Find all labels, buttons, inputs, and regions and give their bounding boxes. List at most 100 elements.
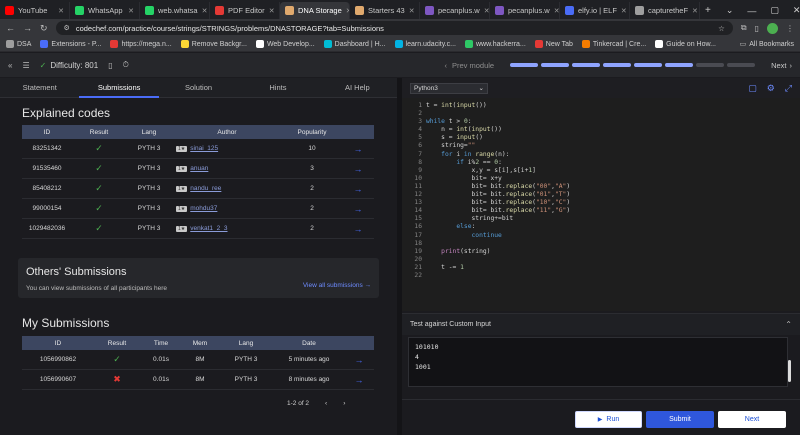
- next-button[interactable]: Next: [718, 411, 786, 428]
- code-content[interactable]: t = int(input()) while t > 0: n = int(in…: [426, 102, 570, 280]
- browser-tab[interactable]: Starters 43 ✕: [350, 2, 420, 19]
- browser-tab[interactable]: web.whatsa ✕: [140, 2, 210, 19]
- tab-hints[interactable]: Hints: [238, 78, 317, 98]
- arrow-right-icon[interactable]: →: [354, 184, 363, 194]
- browser-tab[interactable]: DNA Storage✕: [280, 2, 350, 19]
- reload-icon[interactable]: ↻: [40, 23, 48, 34]
- line-number: 20: [414, 255, 422, 263]
- close-tab-icon[interactable]: ✕: [621, 7, 627, 15]
- run-button[interactable]: ▶ Run: [575, 411, 642, 428]
- forward-icon[interactable]: →: [23, 23, 32, 33]
- maximize-icon[interactable]: ▢: [770, 5, 779, 16]
- prev-page-icon[interactable]: ‹: [325, 400, 327, 407]
- bookmark-item[interactable]: New Tab: [534, 40, 573, 48]
- custom-input-header[interactable]: Test against Custom Input ⌃: [402, 313, 800, 335]
- bookmark-item[interactable]: Tinkercad | Cre...: [581, 40, 646, 48]
- chat-icon[interactable]: ▢: [748, 83, 757, 94]
- author-link[interactable]: anuan: [190, 165, 208, 172]
- site-info-icon[interactable]: ⚙: [64, 24, 70, 32]
- extensions-icon[interactable]: ⧉: [741, 23, 747, 33]
- bookmark-item[interactable]: Guide on How...: [655, 40, 716, 48]
- browser-tab[interactable]: PDF Editor ✕: [210, 2, 280, 19]
- arrow-right-icon[interactable]: →: [354, 164, 363, 174]
- back-icon[interactable]: ←: [6, 23, 15, 33]
- bookmark-item[interactable]: Remove Backgr...: [180, 40, 247, 48]
- bookmark-item[interactable]: www.hackerra...: [464, 40, 526, 48]
- bookmark-item[interactable]: learn.udacity.c...: [394, 40, 456, 48]
- bookmark-item[interactable]: DSA: [6, 40, 31, 48]
- tab-submissions[interactable]: Submissions: [79, 78, 159, 98]
- scrollbar[interactable]: [788, 360, 791, 382]
- close-tab-icon[interactable]: ✕: [484, 7, 489, 15]
- next-page-icon[interactable]: ›: [343, 400, 345, 407]
- line-number: 8: [418, 158, 422, 166]
- menu-list-icon[interactable]: ☰: [22, 61, 29, 70]
- bookmark-item[interactable]: Dashboard | H...: [323, 40, 386, 48]
- language-select[interactable]: Python3 ⌄: [410, 82, 488, 94]
- close-tab-icon[interactable]: ✕: [128, 7, 134, 15]
- next-module-button[interactable]: Next ›: [771, 61, 792, 70]
- sidebar-icon[interactable]: ▯: [755, 24, 759, 33]
- tab-favicon-icon: [565, 6, 574, 15]
- new-tab-icon[interactable]: +: [700, 2, 716, 19]
- author-link[interactable]: nandu_ree: [190, 185, 221, 192]
- browser-tab[interactable]: capturetheF ✕: [630, 2, 700, 19]
- column-header: Author: [217, 128, 237, 136]
- tab-favicon-icon: [75, 6, 84, 15]
- arrow-right-icon[interactable]: →: [354, 144, 363, 154]
- url-bar[interactable]: ⚙ codechef.com/practice/course/strings/S…: [55, 21, 733, 35]
- line-number: 22: [414, 271, 422, 279]
- collapse-sidebar-icon[interactable]: «: [8, 61, 12, 70]
- author-link[interactable]: mohdu37: [190, 205, 217, 212]
- accepted-check-icon: ✓: [95, 223, 103, 233]
- bookmark-item[interactable]: https://mega.n...: [110, 40, 172, 48]
- close-window-icon[interactable]: ✕: [793, 5, 800, 16]
- star-icon[interactable]: ☆: [718, 24, 725, 33]
- bookmark-icon[interactable]: ▯: [108, 61, 112, 70]
- close-tab-icon[interactable]: ✕: [269, 7, 275, 15]
- browser-tab[interactable]: WhatsApp ✕: [70, 2, 140, 19]
- submit-button[interactable]: Submit: [646, 411, 714, 428]
- browser-tab[interactable]: pecanplus.w ✕: [420, 2, 490, 19]
- browser-tab[interactable]: pecanplus.w ✕: [490, 2, 560, 19]
- browser-tab[interactable]: elfy.io | ELF ✕: [560, 2, 630, 19]
- menu-icon[interactable]: ⋮: [786, 24, 794, 33]
- open-row-cell: →: [342, 204, 374, 214]
- close-tab-icon[interactable]: ✕: [409, 7, 415, 15]
- bookmark-item[interactable]: Web Develop...: [255, 40, 315, 48]
- author-link[interactable]: sinai_125: [190, 145, 218, 152]
- tab-search-icon[interactable]: ⌄: [726, 5, 734, 16]
- result-cell: ✓: [72, 223, 126, 234]
- arrow-right-icon[interactable]: →: [355, 355, 364, 365]
- fullscreen-icon[interactable]: ⤢: [785, 83, 792, 94]
- browser-tab[interactable]: YouTube ✕: [0, 2, 70, 19]
- author-link[interactable]: venkat1_2_3: [190, 225, 227, 232]
- view-all-submissions-link[interactable]: View all submissions →: [303, 282, 371, 289]
- close-tab-icon[interactable]: ✕: [554, 7, 559, 15]
- line-number: 2: [418, 110, 422, 118]
- close-tab-icon[interactable]: ✕: [58, 7, 64, 15]
- close-tab-icon[interactable]: ✕: [692, 7, 698, 15]
- line-number: 10: [414, 174, 422, 182]
- arrow-right-icon[interactable]: →: [355, 375, 364, 385]
- tab-label: web.whatsa: [158, 6, 198, 15]
- tab-ai-help[interactable]: AI Help: [318, 78, 397, 98]
- arrow-right-icon[interactable]: →: [354, 204, 363, 214]
- timer-icon[interactable]: ⏱: [123, 60, 129, 70]
- tab-statement[interactable]: Statement: [0, 78, 79, 98]
- bookmark-item[interactable]: Extensions - P...: [40, 40, 101, 48]
- arrow-right-icon[interactable]: →: [354, 224, 363, 234]
- settings-gear-icon[interactable]: ⚙: [767, 83, 775, 94]
- code-editor[interactable]: 1 2 3 4 5 6 7 8 9 10 11 12 13 14 15 16 17 18 19 20 21 22 t = …: [402, 98, 800, 311]
- minimize-icon[interactable]: —: [747, 6, 756, 16]
- close-tab-icon[interactable]: ✕: [202, 7, 208, 15]
- profile-avatar[interactable]: [767, 22, 778, 34]
- tab-solution[interactable]: Solution: [159, 78, 238, 98]
- all-bookmarks[interactable]: ▭ All Bookmarks: [740, 40, 794, 49]
- author-cell: 1★ anuan: [172, 165, 282, 172]
- prev-module-button[interactable]: ‹ Prev module: [444, 61, 494, 70]
- custom-input-textarea[interactable]: 101010 4 1001: [408, 337, 788, 387]
- custom-input-line: 101010: [415, 343, 439, 351]
- bookmark-label: Web Develop...: [266, 40, 315, 48]
- chevron-up-icon[interactable]: ⌃: [785, 320, 792, 329]
